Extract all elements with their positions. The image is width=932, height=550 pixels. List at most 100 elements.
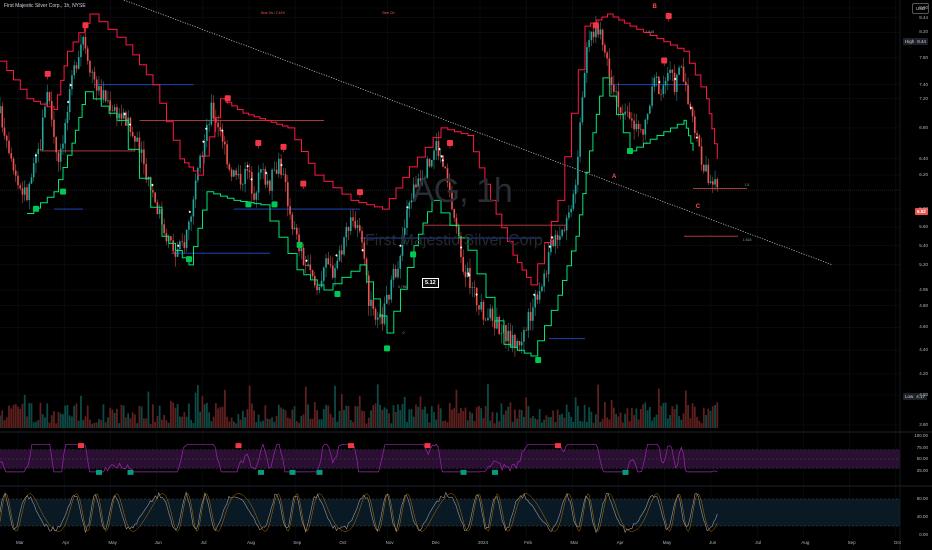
volume-bar — [39, 402, 42, 428]
candle-body — [583, 72, 586, 98]
candle-body — [212, 102, 215, 119]
volume-bar — [80, 395, 82, 428]
candle-body — [57, 152, 60, 162]
volume-bar — [327, 405, 330, 428]
volume-bar — [8, 405, 10, 428]
candle-body — [523, 330, 525, 342]
candle-body — [644, 119, 647, 135]
price-chart[interactable] — [0, 0, 932, 550]
candle-body — [331, 265, 334, 278]
watermark-ticker: AG, 1h — [412, 172, 513, 210]
buy-signal — [271, 201, 278, 208]
volume-bar — [691, 403, 694, 428]
volume-bar — [300, 415, 303, 428]
candle-body — [23, 187, 26, 195]
volume-bar — [385, 408, 388, 428]
price-callout[interactable]: 5.12 — [422, 278, 439, 288]
candle-body — [181, 241, 183, 243]
candle-body — [257, 172, 260, 193]
candle-body — [86, 48, 89, 61]
volume-bar — [127, 413, 130, 428]
volume-bar — [190, 419, 193, 428]
candle-body — [651, 86, 653, 106]
high-label-text: High — [905, 39, 915, 44]
volume-bar — [26, 416, 28, 428]
volume-bar — [671, 406, 674, 428]
price-tick-label: 5.80 — [919, 206, 928, 212]
time-tick-label: Sep — [293, 540, 302, 545]
volume-bar — [273, 421, 276, 428]
candle-body — [541, 286, 543, 291]
candle-body — [219, 127, 222, 132]
volume-bar — [381, 409, 384, 428]
candle-body — [464, 271, 467, 278]
symbol-header[interactable]: First Majestic Silver Corp., 1h, NYSE — [4, 3, 86, 9]
candle-body — [543, 273, 545, 287]
volume-bar — [257, 414, 260, 428]
candle-body — [190, 216, 192, 222]
volume-bar — [277, 404, 280, 428]
fib-level-label: 1.5 — [744, 183, 750, 188]
volume-bar — [23, 394, 26, 428]
candle-body — [91, 71, 93, 73]
candle-body — [5, 135, 8, 141]
candle-body — [21, 188, 24, 195]
candle-body — [606, 52, 608, 59]
candle-body — [131, 131, 134, 137]
volume-bar — [214, 403, 217, 428]
volume-bar — [169, 400, 172, 428]
volume-bar — [109, 407, 112, 428]
candle-body — [165, 233, 168, 242]
volume-bar — [516, 418, 519, 428]
candle-body — [73, 65, 76, 76]
candle-body — [604, 45, 606, 53]
candle-body — [653, 77, 656, 87]
volume-bar — [588, 407, 591, 428]
volume-bar — [205, 402, 208, 428]
candle-body — [685, 81, 687, 86]
volume-bar — [594, 414, 597, 428]
candle-body — [570, 208, 572, 213]
candle-body — [579, 122, 581, 157]
volume-bar — [223, 389, 226, 428]
sell-signal — [82, 22, 89, 29]
candle-body — [217, 122, 219, 128]
candle-body — [349, 217, 352, 232]
volume-bar — [77, 420, 80, 428]
candle-body — [385, 294, 388, 304]
candle-body — [307, 264, 309, 266]
candle-body — [601, 29, 604, 46]
candle-body — [358, 225, 361, 232]
candle-body — [273, 169, 276, 171]
volume-bar — [295, 421, 298, 428]
candle-body — [619, 107, 622, 113]
divergence-label: Bear Div — [382, 10, 395, 15]
volume-bar — [318, 419, 321, 428]
volume-bar — [421, 409, 424, 428]
volume-bar — [46, 403, 49, 428]
price-tick-label: 7.20 — [919, 95, 928, 101]
candle-body — [37, 149, 40, 155]
volume-bar — [673, 408, 676, 428]
candle-body — [712, 181, 714, 185]
candle-body — [19, 185, 22, 189]
volume-bar — [406, 421, 408, 428]
volume-bar — [707, 408, 710, 428]
volume-bar — [271, 417, 273, 428]
volume-bar — [136, 423, 139, 428]
candle-body — [318, 286, 321, 291]
volume-bar — [194, 392, 197, 428]
candle-body — [664, 80, 667, 86]
candle-body — [296, 227, 298, 235]
volume-bar — [230, 417, 233, 428]
volume-bar — [442, 421, 444, 428]
volume-bar — [304, 386, 307, 428]
volume-bar — [424, 406, 426, 428]
candle-body — [275, 169, 278, 174]
price-tick-label: 8.44 — [919, 14, 928, 20]
candle-body — [179, 241, 181, 250]
volume-bar — [95, 422, 98, 428]
volume-bar — [698, 420, 701, 428]
candle-body — [613, 84, 615, 92]
buy-signal — [410, 251, 417, 258]
